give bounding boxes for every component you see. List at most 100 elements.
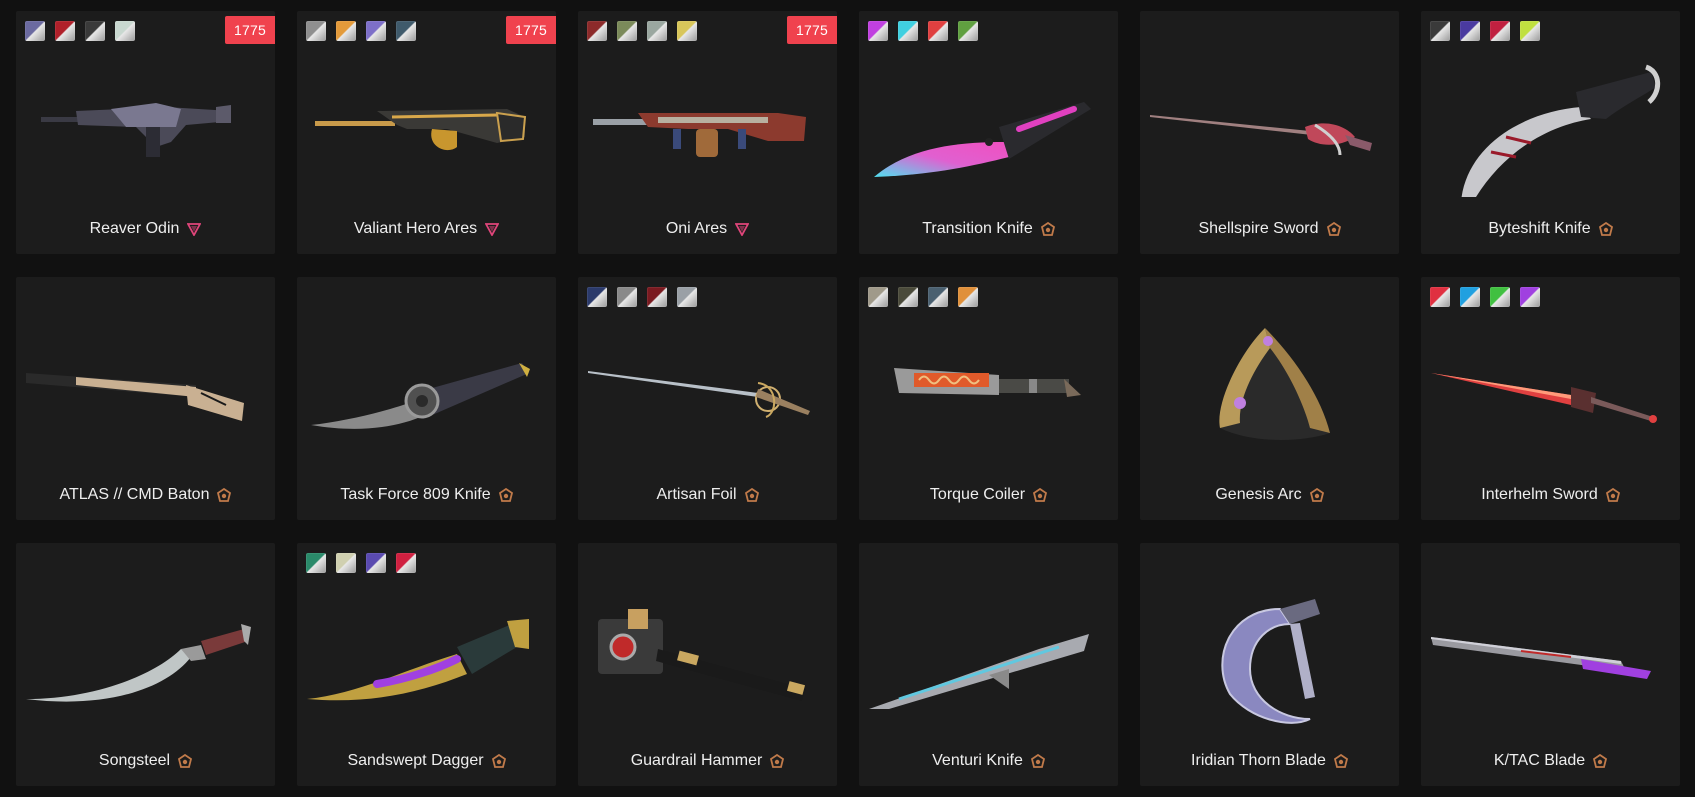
- skin-name: Interhelm Sword: [1481, 486, 1598, 503]
- variant-swatches: [868, 287, 978, 307]
- skin-label: Venturi Knife: [859, 752, 1118, 770]
- skin-card[interactable]: Byteshift Knife: [1421, 11, 1680, 254]
- variant-swatch[interactable]: [396, 553, 416, 573]
- variant-swatch[interactable]: [898, 287, 918, 307]
- variant-swatch[interactable]: [587, 21, 607, 41]
- variant-swatch[interactable]: [1460, 21, 1480, 41]
- variant-swatch[interactable]: [115, 21, 135, 41]
- variant-swatches: [25, 21, 135, 41]
- variant-swatch[interactable]: [958, 287, 978, 307]
- premium-icon: [1326, 221, 1341, 236]
- weapon-image: [578, 47, 837, 197]
- variant-swatch[interactable]: [1430, 287, 1450, 307]
- skin-label: Transition Knife: [859, 220, 1118, 238]
- variant-swatch[interactable]: [677, 287, 697, 307]
- skin-card[interactable]: Interhelm Sword: [1421, 277, 1680, 520]
- weapon-image: [578, 313, 837, 463]
- skin-name: ATLAS // CMD Baton: [59, 486, 210, 503]
- weapon-image: [16, 579, 275, 729]
- skin-label: Torque Coiler: [859, 486, 1118, 504]
- weapon-image: [578, 579, 837, 729]
- skin-card[interactable]: Torque Coiler: [859, 277, 1118, 520]
- skin-name: Venturi Knife: [932, 752, 1023, 769]
- variant-swatch[interactable]: [336, 553, 356, 573]
- variant-swatch[interactable]: [647, 287, 667, 307]
- skin-card[interactable]: 1775 Valiant Hero Ares: [297, 11, 556, 254]
- variant-swatch[interactable]: [617, 21, 637, 41]
- variant-swatch[interactable]: [1430, 21, 1450, 41]
- skin-label: Interhelm Sword: [1421, 486, 1680, 504]
- premium-icon: [744, 487, 759, 502]
- weapon-image: [1421, 579, 1680, 729]
- variant-swatch[interactable]: [1460, 287, 1480, 307]
- variant-swatch[interactable]: [928, 21, 948, 41]
- variant-swatches: [587, 21, 697, 41]
- variant-swatch[interactable]: [898, 21, 918, 41]
- skin-card[interactable]: Venturi Knife: [859, 543, 1118, 786]
- skin-card[interactable]: Task Force 809 Knife: [297, 277, 556, 520]
- variant-swatches: [587, 287, 697, 307]
- premium-icon: [1333, 753, 1348, 768]
- weapon-image: [16, 313, 275, 463]
- variant-swatch[interactable]: [1490, 21, 1510, 41]
- skin-name: Valiant Hero Ares: [353, 220, 478, 237]
- weapon-image: [297, 313, 556, 463]
- skin-label: Oni Ares: [578, 220, 837, 238]
- weapon-image: [1140, 579, 1399, 729]
- weapon-image: [297, 47, 556, 197]
- variant-swatches: [306, 21, 416, 41]
- skin-card[interactable]: Sandswept Dagger: [297, 543, 556, 786]
- skin-label: Songsteel: [16, 752, 275, 770]
- variant-swatches: [1430, 287, 1540, 307]
- variant-swatch[interactable]: [25, 21, 45, 41]
- variant-swatch[interactable]: [1520, 287, 1540, 307]
- variant-swatch[interactable]: [396, 21, 416, 41]
- variant-swatch[interactable]: [366, 21, 386, 41]
- skin-name: Byteshift Knife: [1488, 220, 1591, 237]
- skin-card[interactable]: ATLAS // CMD Baton: [16, 277, 275, 520]
- variant-swatch[interactable]: [1520, 21, 1540, 41]
- premium-icon: [1598, 221, 1613, 236]
- variant-swatch[interactable]: [336, 21, 356, 41]
- variant-swatch[interactable]: [958, 21, 978, 41]
- skin-card[interactable]: K/TAC Blade: [1421, 543, 1680, 786]
- variant-swatch[interactable]: [366, 553, 386, 573]
- ultra-icon: [734, 222, 750, 237]
- skin-name: Sandswept Dagger: [347, 752, 484, 769]
- price-badge: 1775: [506, 16, 556, 44]
- variant-swatch[interactable]: [868, 21, 888, 41]
- variant-swatch[interactable]: [587, 287, 607, 307]
- price-badge: 1775: [787, 16, 837, 44]
- skin-card[interactable]: Shellspire Sword: [1140, 11, 1399, 254]
- ultra-icon: [484, 222, 500, 237]
- premium-icon: [1309, 487, 1324, 502]
- variant-swatch[interactable]: [306, 21, 326, 41]
- premium-icon: [770, 753, 785, 768]
- premium-icon: [1593, 753, 1608, 768]
- skin-name: Torque Coiler: [929, 486, 1026, 503]
- premium-icon: [1030, 753, 1045, 768]
- skin-card[interactable]: Genesis Arc: [1140, 277, 1399, 520]
- variant-swatch[interactable]: [85, 21, 105, 41]
- premium-icon: [1033, 487, 1048, 502]
- variant-swatch[interactable]: [868, 287, 888, 307]
- variant-swatch[interactable]: [55, 21, 75, 41]
- skin-card[interactable]: Iridian Thorn Blade: [1140, 543, 1399, 786]
- skin-label: Byteshift Knife: [1421, 220, 1680, 238]
- variant-swatch[interactable]: [928, 287, 948, 307]
- skin-card[interactable]: 1775 Reaver Odin: [16, 11, 275, 254]
- variant-swatch[interactable]: [677, 21, 697, 41]
- skin-card[interactable]: Artisan Foil: [578, 277, 837, 520]
- skin-card[interactable]: Transition Knife: [859, 11, 1118, 254]
- skin-name: Songsteel: [98, 752, 171, 769]
- weapon-image: [1421, 313, 1680, 463]
- skin-card[interactable]: Songsteel: [16, 543, 275, 786]
- variant-swatch[interactable]: [647, 21, 667, 41]
- variant-swatch[interactable]: [617, 287, 637, 307]
- skin-card[interactable]: Guardrail Hammer: [578, 543, 837, 786]
- variant-swatch[interactable]: [1490, 287, 1510, 307]
- variant-swatch[interactable]: [306, 553, 326, 573]
- weapon-image: [859, 47, 1118, 197]
- skin-label: Reaver Odin: [16, 220, 275, 238]
- skin-card[interactable]: 1775 Oni Ares: [578, 11, 837, 254]
